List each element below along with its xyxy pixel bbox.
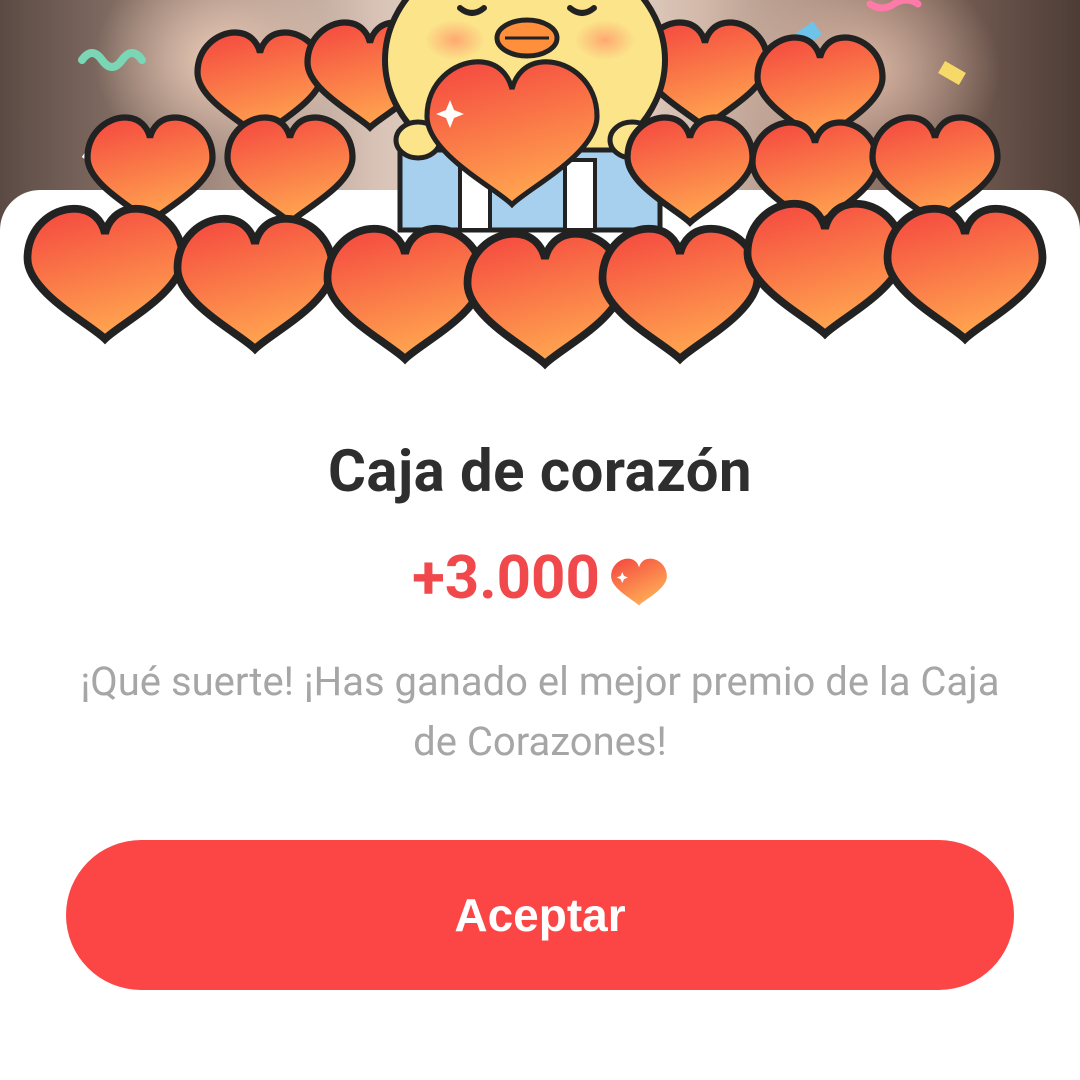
heart-box-illustration xyxy=(0,0,1080,390)
reward-amount-row: +3.000 xyxy=(0,542,1080,613)
reward-amount: +3.000 xyxy=(412,542,600,613)
dialog-title: Caja de corazón xyxy=(327,438,753,506)
chick-character xyxy=(382,0,668,233)
heart-icon xyxy=(610,552,668,605)
reward-message: ¡Qué suerte! ¡Has ganado el mejor premio… xyxy=(80,658,1000,765)
reward-dialog-screen: Caja de corazón +3.000 ¡Qué suerte! ¡Has… xyxy=(0,0,1080,1080)
accept-button[interactable]: Aceptar xyxy=(66,840,1014,990)
